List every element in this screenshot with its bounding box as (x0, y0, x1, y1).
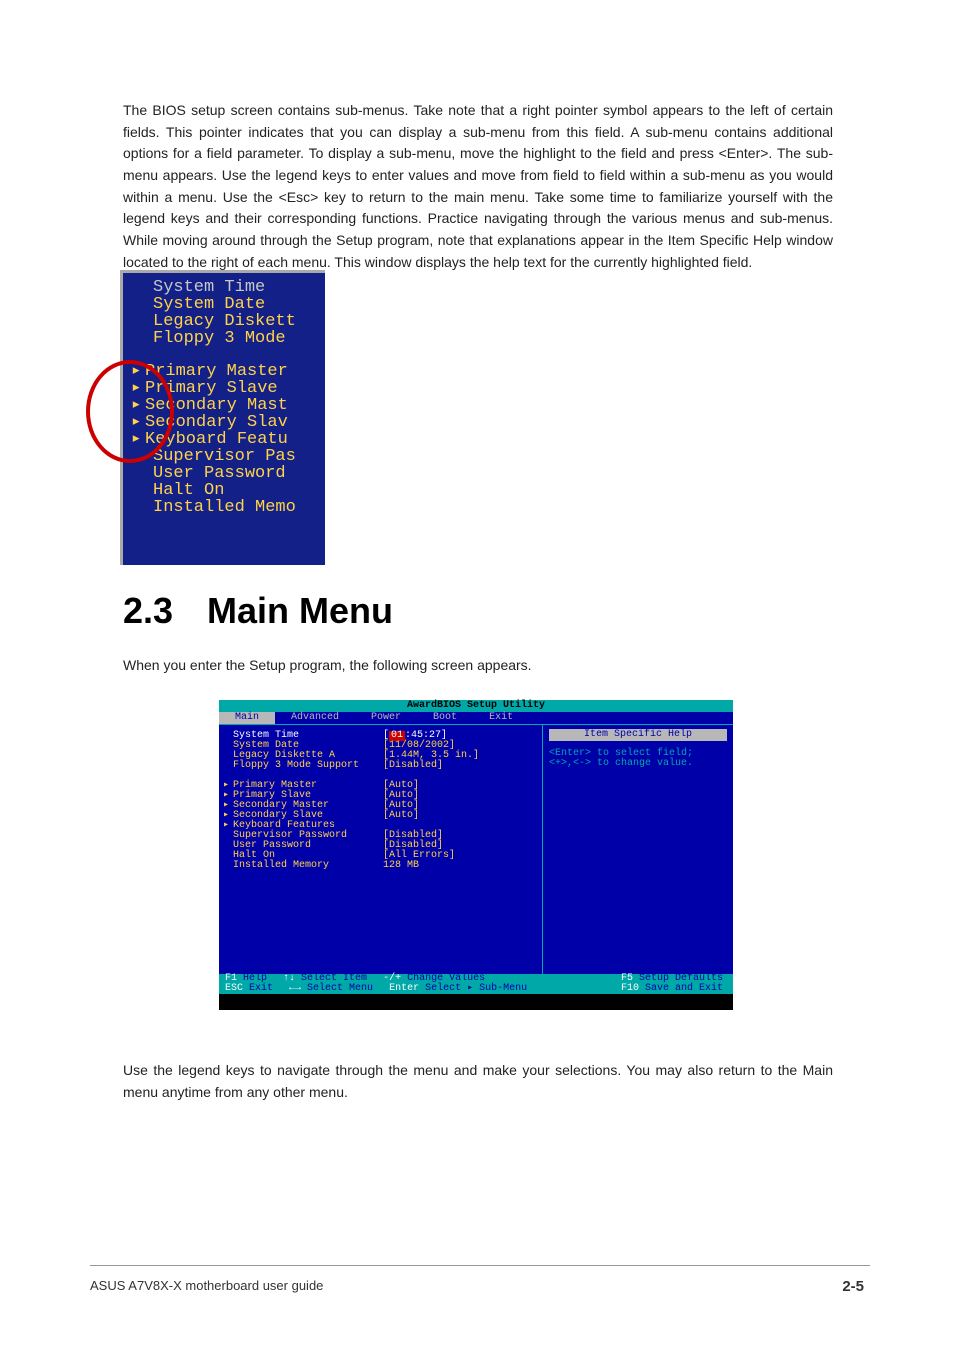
footer-divider (90, 1265, 870, 1266)
bios-footer-bar: F1Help ↑↓Select Item -/+Change Values F5… (219, 974, 733, 994)
submenu-pointer-icon: ▸ (131, 363, 145, 380)
submenu-pointer-icon: ▸ (223, 821, 233, 831)
action-save-exit: Save and Exit (645, 984, 733, 994)
heading-paragraph: When you enter the Setup program, the fo… (123, 655, 833, 677)
bios-main-pane: System Time [01:45:27] System Date[11/08… (219, 724, 543, 974)
bios-tab-advanced[interactable]: Advanced (275, 712, 355, 724)
key-f10: F10 (615, 984, 645, 994)
section-heading: 2.3 Main Menu (123, 590, 393, 632)
intro-paragraph: The BIOS setup screen contains sub-menus… (123, 100, 833, 274)
crop-line-supervisor: Supervisor Pas (123, 448, 325, 465)
crop-line-system-date: System Date (123, 296, 325, 313)
bios-full-figure: AwardBIOS Setup Utility Main Advanced Po… (219, 700, 733, 1010)
action-exit: Exit (249, 984, 283, 994)
bios-row-memory: Installed Memory128 MB (223, 861, 538, 871)
crop-line-secondary-slave: ▸Secondary Slav (123, 414, 325, 431)
bios-tab-boot[interactable]: Boot (417, 712, 473, 724)
bios-cropped-figure: System Time System Date Legacy Diskett F… (120, 270, 325, 565)
submenu-pointer-icon: ▸ (131, 397, 145, 414)
closing-paragraph: Use the legend keys to navigate through … (123, 1060, 833, 1103)
bios-row-floppy3[interactable]: Floppy 3 Mode Support[Disabled] (223, 761, 538, 771)
bios-body: System Time [01:45:27] System Date[11/08… (219, 724, 733, 974)
crop-line-userpw: User Password (123, 465, 325, 482)
bios-footer-row2: ESCExit ←→Select Menu EnterSelect ▸ Sub-… (219, 984, 733, 994)
crop-line-legacy-diskette: Legacy Diskett (123, 313, 325, 330)
key-enter: Enter (383, 984, 425, 994)
bios-help-title: Item Specific Help (549, 729, 727, 741)
bios-cropped-inner: System Time System Date Legacy Diskett F… (123, 273, 325, 565)
crop-line-primary-slave: ▸Primary Slave (123, 380, 325, 397)
crop-line-keyboard: ▸Keyboard Featu (123, 431, 325, 448)
bios-help-pane: Item Specific Help <Enter> to select fie… (543, 724, 733, 974)
page-number: 2-5 (842, 1278, 864, 1295)
crop-line-system-time: System Time (123, 273, 325, 296)
crop-line-memory: Installed Memo (123, 499, 325, 516)
heading-text: Main Menu (207, 590, 393, 631)
key-esc: ESC (219, 984, 249, 994)
bios-tab-main[interactable]: Main (219, 712, 275, 724)
bios-tab-power[interactable]: Power (355, 712, 417, 724)
bios-tabs: Main Advanced Power Boot Exit (219, 712, 733, 724)
crop-line-floppy3: Floppy 3 Mode (123, 330, 325, 347)
submenu-pointer-icon: ▸ (131, 431, 145, 448)
action-select-submenu: Select ▸ Sub-Menu (425, 984, 537, 994)
crop-line-halt: Halt On (123, 482, 325, 499)
bios-help-text: <Enter> to select field; <+>,<-> to chan… (549, 749, 727, 769)
submenu-pointer-icon: ▸ (131, 414, 145, 431)
heading-number: 2.3 (123, 590, 173, 631)
key-leftright-icon: ←→ (283, 984, 307, 994)
crop-line-secondary-master: ▸Secondary Mast (123, 397, 325, 414)
action-select-menu: Select Menu (307, 984, 383, 994)
submenu-pointer-icon: ▸ (131, 380, 145, 397)
bios-title: AwardBIOS Setup Utility (219, 700, 733, 712)
bios-tab-exit[interactable]: Exit (473, 712, 529, 724)
footer-title: ASUS A7V8X-X motherboard user guide (90, 1278, 323, 1293)
document-page: The BIOS setup screen contains sub-menus… (0, 0, 954, 1351)
crop-line-primary-master: ▸Primary Master (123, 363, 325, 380)
